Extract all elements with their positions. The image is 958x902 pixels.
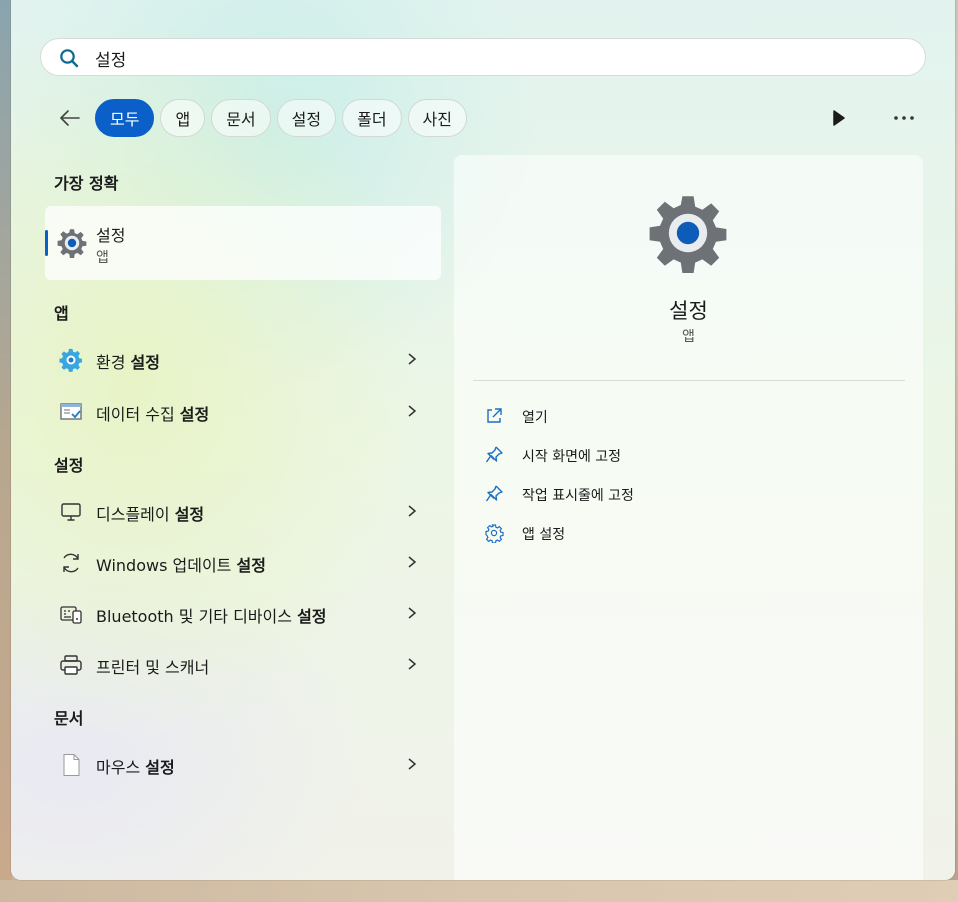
chevron-right-icon (408, 758, 417, 770)
list-item-label: Bluetooth 및 기타 디바이스 설정 (96, 607, 327, 626)
list-item-label: 디스플레이 설정 (96, 505, 205, 524)
search-input[interactable] (95, 45, 875, 71)
selection-indicator (45, 230, 48, 256)
more-options-icon[interactable] (891, 108, 917, 128)
best-match-heading: 가장 정확 (54, 174, 119, 193)
chevron-right-icon (408, 658, 417, 670)
document-icon (63, 754, 80, 776)
control-panel-icon (59, 348, 82, 372)
gear-icon (485, 524, 504, 543)
action-pin-start[interactable]: 시작 화면에 고정 (484, 440, 784, 470)
list-item-label: Windows 업데이트 설정 (96, 556, 266, 575)
list-item-label: 프린터 및 스캐너 (96, 658, 210, 677)
list-item-label: 데이터 수집 설정 (96, 405, 210, 424)
action-label: 시작 화면에 고정 (522, 449, 622, 465)
preview-title: 설정 (669, 299, 708, 323)
search-icon (60, 49, 79, 68)
pin-icon (485, 485, 503, 502)
preview-pane: 설정 앱 열기 시작 화면에 고정 작업 표시줄에 고정 앱 설정 (454, 155, 923, 880)
pin-icon (485, 446, 503, 463)
filter-tab-apps[interactable]: 앱 (160, 99, 206, 137)
list-item-label: 마우스 설정 (96, 758, 175, 777)
list-item[interactable]: 디스플레이 설정 (45, 489, 441, 533)
action-label: 앱 설정 (522, 527, 566, 543)
apps-heading: 앱 (54, 304, 69, 323)
search-box[interactable] (40, 38, 926, 76)
settings-gear-icon (57, 229, 87, 258)
list-item[interactable]: 마우스 설정 (45, 742, 441, 786)
play-icon[interactable] (829, 108, 849, 128)
settings-gear-icon (649, 196, 727, 273)
chevron-right-icon (408, 607, 417, 619)
chevron-right-icon (408, 353, 417, 365)
start-search-panel: 모두 앱 문서 설정 폴더 사진 가장 정확 설정 앱 앱 환경 설정 (11, 0, 955, 880)
best-match-item[interactable]: 설정 앱 (45, 206, 441, 280)
best-match-name: 설정 (96, 226, 126, 245)
list-item[interactable]: Bluetooth 및 기타 디바이스 설정 (45, 591, 441, 635)
back-arrow-icon[interactable] (57, 105, 83, 131)
filter-tab-all[interactable]: 모두 (95, 99, 155, 137)
best-match-type: 앱 (96, 250, 109, 266)
list-item[interactable]: 환경 설정 (45, 337, 441, 381)
list-item[interactable]: Windows 업데이트 설정 (45, 540, 441, 584)
documents-heading: 문서 (54, 709, 84, 728)
action-app-settings[interactable]: 앱 설정 (484, 518, 784, 548)
chevron-right-icon (408, 405, 417, 417)
list-item-label: 환경 설정 (96, 353, 160, 372)
chevron-right-icon (408, 505, 417, 517)
divider (473, 380, 905, 381)
printer-icon (60, 655, 82, 675)
preview-type: 앱 (682, 329, 695, 345)
action-open[interactable]: 열기 (484, 401, 784, 431)
list-item[interactable]: 프린터 및 스캐너 (45, 642, 441, 686)
action-pin-taskbar[interactable]: 작업 표시줄에 고정 (484, 479, 784, 509)
action-label: 작업 표시줄에 고정 (522, 488, 634, 504)
list-item[interactable]: 데이터 수집 설정 (45, 389, 441, 433)
action-label: 열기 (522, 410, 548, 426)
settings-heading: 설정 (54, 456, 84, 475)
filter-tabs: 모두 앱 문서 설정 폴더 사진 (95, 99, 467, 137)
diagnostics-icon (60, 403, 82, 420)
filter-tab-photos[interactable]: 사진 (407, 99, 467, 137)
filter-tab-folders[interactable]: 폴더 (342, 99, 402, 137)
open-external-icon (487, 408, 502, 423)
refresh-icon (63, 553, 79, 573)
monitor-icon (61, 503, 81, 521)
chevron-right-icon (408, 556, 417, 568)
filter-tab-documents[interactable]: 문서 (211, 99, 271, 137)
desktop-taskbar-edge (0, 880, 958, 902)
devices-icon (60, 606, 82, 624)
filter-tab-settings[interactable]: 설정 (276, 99, 337, 137)
